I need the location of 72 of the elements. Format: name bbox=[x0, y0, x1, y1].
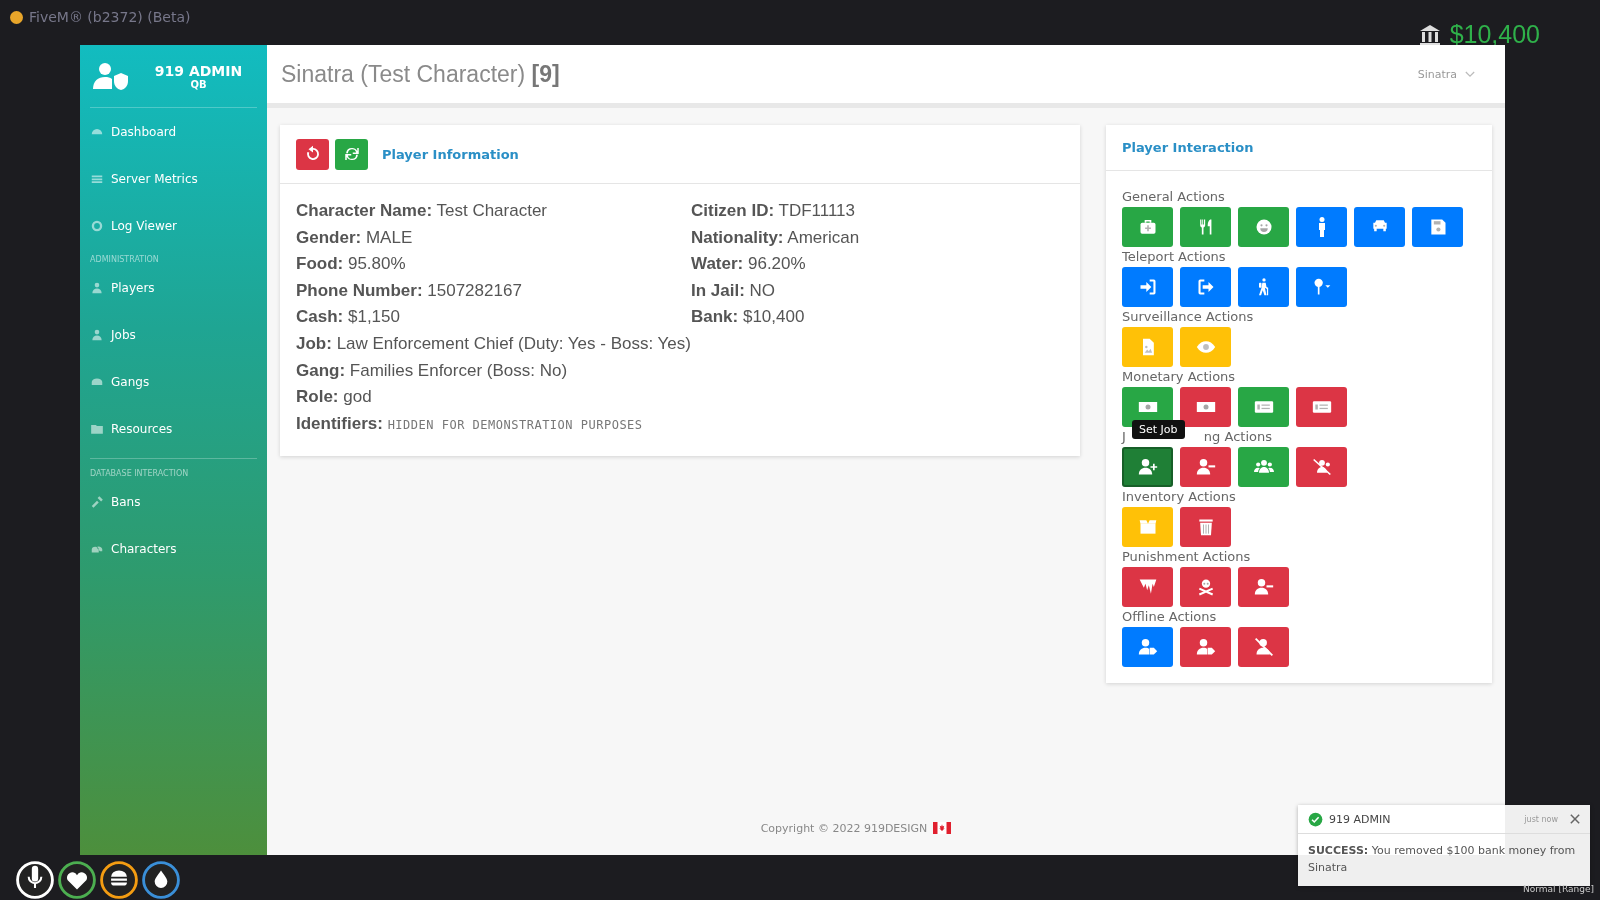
sidebar-item[interactable]: Resources bbox=[90, 405, 173, 452]
notification-time: just now bbox=[1524, 814, 1558, 824]
notification-message: SUCCESS: You removed $100 bank money from Sinatra bbox=[1307, 843, 1577, 876]
ring-icon bbox=[90, 218, 104, 233]
info-field: Gang: Families Enforcer (Boss: No) bbox=[296, 357, 691, 385]
info-field: Bank: $10,400 bbox=[690, 304, 1064, 331]
user-shield-icon bbox=[92, 61, 128, 91]
user-plus-icon bbox=[1137, 457, 1158, 477]
sidebar-item[interactable]: Players bbox=[90, 264, 155, 311]
brand-name: 919 ADMIN bbox=[153, 62, 244, 79]
copyright-text: Copyright © 2022 919DESIGN bbox=[760, 821, 928, 835]
group-heading: Inventory Actions bbox=[1122, 489, 1236, 506]
brand-subtitle: QB bbox=[189, 78, 208, 90]
group-heading: Monetary Actions bbox=[1122, 369, 1236, 386]
user-tag-icon bbox=[1137, 637, 1158, 657]
group-heading: Offline Actions bbox=[1122, 609, 1217, 626]
info-field: Character Name: Test Character bbox=[296, 198, 691, 225]
page-title: Sinatra (Test Character) [9] bbox=[281, 60, 560, 88]
user-icon bbox=[90, 327, 104, 342]
user-minus-icon bbox=[1253, 577, 1274, 597]
sidebar-item[interactable]: Server Metrics bbox=[90, 155, 198, 202]
hammer-icon bbox=[90, 494, 104, 509]
user-slash-icon bbox=[1253, 637, 1274, 657]
sidebar-item[interactable]: Dashboard bbox=[90, 108, 177, 155]
money-amount: $10,400 bbox=[1449, 20, 1540, 49]
info-field: In Jail: NO bbox=[690, 277, 1064, 305]
refresh-icon bbox=[342, 145, 361, 163]
chevron-down-icon bbox=[1465, 70, 1475, 78]
close-icon[interactable] bbox=[1570, 814, 1580, 824]
undo-button[interactable] bbox=[296, 138, 329, 170]
group-heading: Punishment Actions bbox=[1122, 549, 1251, 566]
tooltip: Set Job bbox=[1132, 420, 1185, 439]
info-field: Identifiers: HIDDEN FOR DEMONSTRATION PURPOSES bbox=[296, 410, 691, 439]
card-title[interactable]: Player Information bbox=[382, 146, 519, 162]
info-field: Water: 96.20% bbox=[690, 251, 1064, 278]
app-title: FiveM® (b2372) (Beta) bbox=[29, 9, 191, 25]
info-field: Phone Number: 1507282167 bbox=[296, 277, 691, 305]
info-field: Job: Law Enforcement Chief (Duty: Yes - Boss: Yes) bbox=[296, 330, 691, 358]
card-title[interactable]: Player Interaction bbox=[1122, 140, 1254, 155]
sidebar-item[interactable]: Jobs bbox=[90, 311, 136, 358]
info-field: Gender: MALE bbox=[296, 224, 691, 252]
voice-mode: Normal [Range] bbox=[1523, 884, 1594, 894]
check-icon bbox=[1308, 811, 1323, 827]
user-minus-icon bbox=[1195, 457, 1216, 477]
info-field: Citizen ID: TDF11113 bbox=[690, 198, 1064, 225]
user-tag-icon bbox=[1195, 637, 1216, 657]
sidebar-item[interactable]: Log Viewer bbox=[90, 202, 178, 249]
action-button[interactable] bbox=[1122, 447, 1173, 487]
person-icon bbox=[1317, 216, 1326, 238]
user-icon bbox=[90, 280, 104, 295]
info-field: Role: god bbox=[296, 384, 691, 411]
info-field: Nationality: American bbox=[690, 224, 1064, 252]
group-heading: J bbox=[1122, 429, 1126, 446]
sidebar-item[interactable]: Bans bbox=[90, 478, 141, 525]
refresh-button[interactable] bbox=[335, 138, 368, 170]
notification-title: 919 ADMIN bbox=[1329, 812, 1392, 826]
box-icon bbox=[1137, 517, 1158, 537]
group-heading: ng Actions bbox=[1203, 429, 1272, 446]
sidebar-item[interactable]: Characters bbox=[90, 525, 177, 572]
users-slash-icon bbox=[1311, 457, 1332, 477]
group-heading: Teleport Actions bbox=[1122, 249, 1226, 266]
section-heading: DATABASE INTERACTION bbox=[90, 469, 189, 478]
group-heading: General Actions bbox=[1122, 189, 1225, 206]
user-menu[interactable]: Sinatra bbox=[1417, 67, 1475, 81]
section-heading: ADMINISTRATION bbox=[90, 255, 159, 264]
info-field: Cash: $1,150 bbox=[296, 304, 691, 331]
sidebar-item[interactable]: Gangs bbox=[90, 358, 150, 405]
group-heading: Surveillance Actions bbox=[1122, 309, 1254, 326]
logo-icon bbox=[10, 10, 23, 24]
flag-icon bbox=[933, 822, 952, 834]
medkit-icon bbox=[1137, 217, 1158, 237]
info-field: Food: 95.80% bbox=[296, 251, 691, 278]
